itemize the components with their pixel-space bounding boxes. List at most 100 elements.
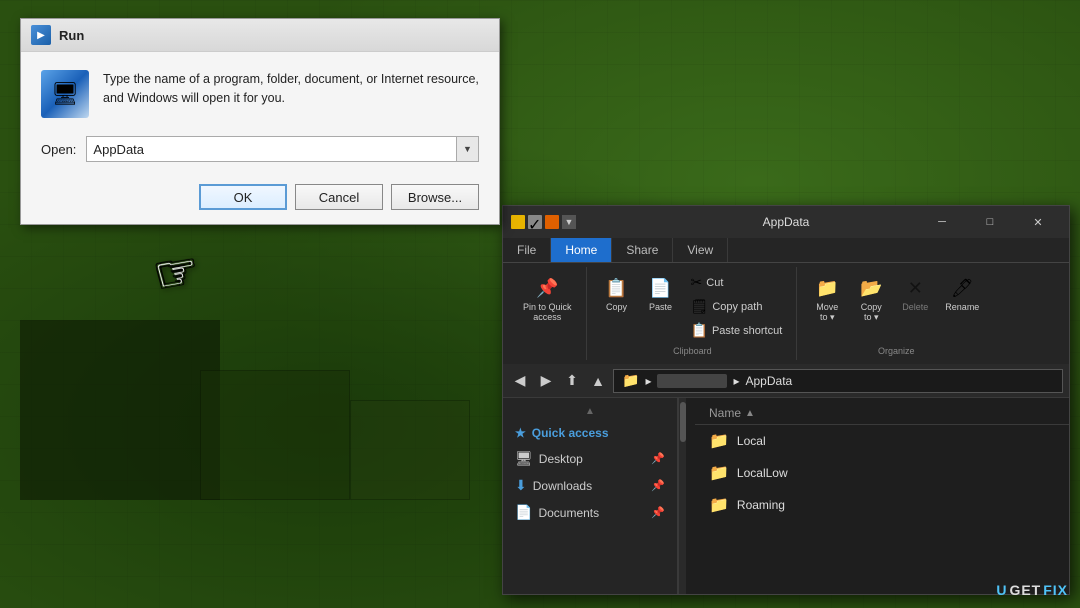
sidebar-container: ▲ ★ Quick access 🖥 Desktop 📌 ⬇ Downloads… [503, 398, 695, 594]
run-app-icon [41, 70, 89, 118]
block-dark-3 [350, 400, 470, 500]
sidebar-downloads[interactable]: ⬇ Downloads 📌 [503, 472, 677, 499]
documents-label: Documents [538, 506, 599, 520]
sidebar: ▲ ★ Quick access 🖥 Desktop 📌 ⬇ Downloads… [503, 398, 678, 594]
sort-icon: ▲ [745, 408, 755, 419]
sidebar-scrollbar[interactable] [678, 398, 686, 594]
move-to-icon: 📁 [813, 274, 841, 302]
nav-back-button[interactable]: ◀ [509, 370, 531, 392]
column-name: Name [709, 406, 741, 420]
ribbon-group-clipboard: 📋 Copy 📄 Paste ✂ Cut [589, 267, 798, 360]
run-body: Type the name of a program, folder, docu… [21, 52, 499, 224]
run-titlebar: ▶ Run [21, 19, 499, 52]
pin-icon: 📌 [533, 274, 561, 302]
tab-view[interactable]: View [673, 238, 728, 262]
clipboard-group-label: Clipboard [673, 344, 712, 356]
desktop-pin-icon: 📌 [651, 452, 665, 465]
tab-share[interactable]: Share [612, 238, 673, 262]
block-dark-1 [20, 320, 220, 500]
file-item-local[interactable]: 📁 Local [695, 425, 1069, 457]
cut-button[interactable]: ✂ Cut [685, 271, 789, 294]
address-path[interactable]: 📁 ▸ ▸ AppData [613, 369, 1063, 393]
sidebar-documents[interactable]: 📄 Documents 📌 [503, 499, 677, 526]
folder-icon-roaming: 📁 [709, 495, 729, 515]
path-arrow: ▸ [733, 374, 739, 388]
copy-path-icon: 🗒 [691, 298, 709, 315]
nav-forward-button[interactable]: ▶ [535, 370, 557, 392]
nav-up-button[interactable]: ⬆ [561, 370, 583, 392]
window-controls: ─ □ ✕ [919, 206, 1061, 238]
run-input[interactable] [87, 140, 456, 159]
delete-button[interactable]: ✕ Delete [895, 271, 935, 315]
ok-button[interactable]: OK [199, 184, 287, 210]
minimize-button[interactable]: ─ [919, 206, 965, 238]
run-description: Type the name of a program, folder, docu… [103, 70, 479, 108]
file-name-localLow: LocalLow [737, 466, 788, 480]
nav-recent-button[interactable]: ▲ [587, 370, 609, 392]
rename-button[interactable]: 🖊 Rename [939, 271, 985, 315]
clipboard-small-options: ✂ Cut 🗒 Copy path 📋 Paste shortcut [685, 271, 789, 342]
ribbon-tabs: File Home Share View [503, 238, 1069, 263]
maximize-button[interactable]: □ [967, 206, 1013, 238]
copy-label: Copy [606, 302, 627, 312]
file-name-roaming: Roaming [737, 498, 785, 512]
organize-group-label: Organize [878, 344, 915, 356]
ribbon-group-pin-items: 📌 Pin to Quickaccess [517, 271, 578, 356]
tab-home[interactable]: Home [551, 238, 612, 262]
rename-label: Rename [945, 302, 979, 312]
move-to-button[interactable]: 📁 Moveto ▾ [807, 271, 847, 326]
cancel-button[interactable]: Cancel [295, 184, 383, 210]
clipboard-group-items: 📋 Copy 📄 Paste ✂ Cut [597, 271, 789, 342]
ribbon-group-organize: 📁 Moveto ▾ 📂 Copyto ▾ ✕ Delete 🖊 Rename [799, 267, 993, 360]
run-buttons: OK Cancel Browse... [41, 180, 479, 210]
title-icon-extra: ▼ [562, 215, 576, 229]
path-folder-icon: 📁 [622, 372, 639, 389]
run-icon: ▶ [31, 25, 51, 45]
title-icon-yellow [511, 215, 525, 229]
file-list-header: Name ▲ [695, 402, 1069, 425]
sidebar-desktop[interactable]: 🖥 Desktop 📌 [503, 445, 677, 472]
copy-to-button[interactable]: 📂 Copyto ▾ [851, 271, 891, 326]
close-button[interactable]: ✕ [1015, 206, 1061, 238]
block-dark-2 [200, 370, 350, 500]
file-item-localLow[interactable]: 📁 LocalLow [695, 457, 1069, 489]
run-title: Run [59, 28, 84, 43]
ribbon-content: 📌 Pin to Quickaccess 📋 Copy 📄 P [503, 263, 1069, 364]
file-item-roaming[interactable]: 📁 Roaming [695, 489, 1069, 521]
paste-label: Paste [649, 302, 672, 312]
title-icons: ✓ ▼ [511, 215, 576, 229]
title-icon-orange [545, 215, 559, 229]
explorer-title: AppData [763, 215, 810, 229]
copy-button[interactable]: 📋 Copy [597, 271, 637, 315]
paste-shortcut-button[interactable]: 📋 Paste shortcut [685, 319, 789, 342]
downloads-icon: ⬇ [515, 477, 527, 494]
organize-group-items: 📁 Moveto ▾ 📂 Copyto ▾ ✕ Delete 🖊 Rename [807, 271, 985, 342]
cut-label: Cut [706, 277, 723, 289]
copy-to-icon: 📂 [857, 274, 885, 302]
sidebar-quick-access[interactable]: ★ Quick access [503, 421, 677, 445]
ribbon-group-pin: 📌 Pin to Quickaccess [509, 267, 587, 360]
file-list: Name ▲ 📁 Local 📁 LocalLow 📁 Roaming [695, 398, 1069, 594]
pin-to-quick-access-button[interactable]: 📌 Pin to Quickaccess [517, 271, 578, 325]
copy-path-button[interactable]: 🗒 Copy path [685, 295, 789, 318]
path-current: AppData [746, 374, 793, 388]
explorer-titlebar: ✓ ▼ AppData ─ □ ✕ [503, 206, 1069, 238]
desktop-icon: 🖥 [515, 450, 533, 467]
paste-shortcut-label: Paste shortcut [712, 325, 782, 337]
watermark-fix: FIX [1043, 582, 1068, 598]
pin-label: Pin to Quickaccess [523, 302, 572, 322]
downloads-label: Downloads [533, 479, 592, 493]
delete-icon: ✕ [901, 274, 929, 302]
documents-pin-icon: 📌 [651, 506, 665, 519]
star-icon: ★ [515, 426, 526, 440]
address-bar: ◀ ▶ ⬆ ▲ 📁 ▸ ▸ AppData [503, 364, 1069, 398]
move-to-label: Moveto ▾ [816, 302, 838, 323]
browse-button[interactable]: Browse... [391, 184, 479, 210]
paste-button[interactable]: 📄 Paste [641, 271, 681, 315]
tab-file[interactable]: File [503, 238, 551, 262]
run-open-label: Open: [41, 142, 76, 157]
delete-label: Delete [902, 302, 928, 312]
scroll-up-indicator: ▲ [503, 406, 677, 421]
path-separator: ▸ [645, 374, 651, 388]
run-dropdown-btn[interactable]: ▼ [456, 137, 478, 161]
